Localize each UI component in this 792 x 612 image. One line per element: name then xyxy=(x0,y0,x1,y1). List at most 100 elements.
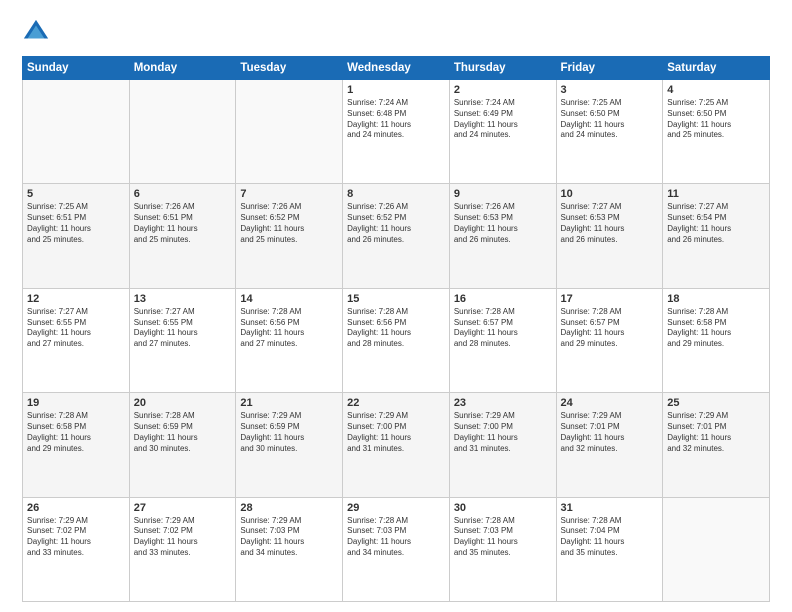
day-info: Sunrise: 7:28 AM Sunset: 6:58 PM Dayligh… xyxy=(27,411,125,454)
calendar-cell: 14 Sunrise: 7:28 AM Sunset: 6:56 PM Dayli… xyxy=(236,288,343,392)
calendar-cell: 24 Sunrise: 7:29 AM Sunset: 7:01 PM Dayli… xyxy=(556,393,663,497)
calendar-cell: 12 Sunrise: 7:27 AM Sunset: 6:55 PM Dayli… xyxy=(23,288,130,392)
calendar-cell: 18Sunrise: 7:28 AM Sunset: 6:58 PM Dayli… xyxy=(663,288,770,392)
day-number: 29 xyxy=(347,502,445,514)
day-header-friday: Friday xyxy=(556,57,663,80)
day-info: Sunrise: 7:25 AM Sunset: 6:50 PM Dayligh… xyxy=(667,98,765,141)
day-info: Sunrise: 7:26 AM Sunset: 6:52 PM Dayligh… xyxy=(240,202,338,245)
day-number: 10 xyxy=(561,188,659,200)
day-number: 8 xyxy=(347,188,445,200)
calendar-cell: 21 Sunrise: 7:29 AM Sunset: 6:59 PM Dayli… xyxy=(236,393,343,497)
day-number: 28 xyxy=(240,502,338,514)
calendar-week-4: 19 Sunrise: 7:28 AM Sunset: 6:58 PM Dayli… xyxy=(23,393,770,497)
day-header-thursday: Thursday xyxy=(449,57,556,80)
calendar-cell: 25 Sunrise: 7:29 AM Sunset: 7:01 PM Dayli… xyxy=(663,393,770,497)
day-info: Sunrise: 7:25 AM Sunset: 6:50 PM Dayligh… xyxy=(561,98,659,141)
day-number: 2 xyxy=(454,84,552,96)
day-number: 30 xyxy=(454,502,552,514)
day-header-sunday: Sunday xyxy=(23,57,130,80)
calendar-table: SundayMondayTuesdayWednesdayThursdayFrid… xyxy=(22,56,770,602)
day-number: 22 xyxy=(347,397,445,409)
day-number: 19 xyxy=(27,397,125,409)
day-header-tuesday: Tuesday xyxy=(236,57,343,80)
day-info: Sunrise: 7:29 AM Sunset: 7:02 PM Dayligh… xyxy=(27,516,125,559)
calendar-cell: 29Sunrise: 7:28 AM Sunset: 7:03 PM Dayli… xyxy=(343,497,450,601)
calendar-cell: 15 Sunrise: 7:28 AM Sunset: 6:56 PM Dayli… xyxy=(343,288,450,392)
day-number: 13 xyxy=(134,293,232,305)
calendar-cell: 26 Sunrise: 7:29 AM Sunset: 7:02 PM Dayli… xyxy=(23,497,130,601)
day-info: Sunrise: 7:26 AM Sunset: 6:52 PM Dayligh… xyxy=(347,202,445,245)
day-number: 12 xyxy=(27,293,125,305)
calendar-cell: 20 Sunrise: 7:28 AM Sunset: 6:59 PM Dayli… xyxy=(129,393,236,497)
day-number: 20 xyxy=(134,397,232,409)
calendar-cell: 5 Sunrise: 7:25 AM Sunset: 6:51 PM Daylig… xyxy=(23,184,130,288)
day-info: Sunrise: 7:27 AM Sunset: 6:54 PM Dayligh… xyxy=(667,202,765,245)
day-number: 3 xyxy=(561,84,659,96)
day-number: 6 xyxy=(134,188,232,200)
day-number: 17 xyxy=(561,293,659,305)
calendar-cell: 28 Sunrise: 7:29 AM Sunset: 7:03 PM Dayli… xyxy=(236,497,343,601)
day-info: Sunrise: 7:29 AM Sunset: 7:01 PM Dayligh… xyxy=(561,411,659,454)
calendar-week-5: 26 Sunrise: 7:29 AM Sunset: 7:02 PM Dayli… xyxy=(23,497,770,601)
day-number: 24 xyxy=(561,397,659,409)
day-number: 1 xyxy=(347,84,445,96)
day-number: 23 xyxy=(454,397,552,409)
calendar-cell: 7 Sunrise: 7:26 AM Sunset: 6:52 PM Daylig… xyxy=(236,184,343,288)
calendar-cell: 31 Sunrise: 7:28 AM Sunset: 7:04 PM Dayli… xyxy=(556,497,663,601)
day-number: 16 xyxy=(454,293,552,305)
calendar-cell: 17 Sunrise: 7:28 AM Sunset: 6:57 PM Dayli… xyxy=(556,288,663,392)
day-header-saturday: Saturday xyxy=(663,57,770,80)
calendar-cell xyxy=(129,80,236,184)
day-number: 31 xyxy=(561,502,659,514)
day-info: Sunrise: 7:28 AM Sunset: 6:57 PM Dayligh… xyxy=(454,307,552,350)
day-number: 25 xyxy=(667,397,765,409)
day-number: 26 xyxy=(27,502,125,514)
calendar-cell: 13Sunrise: 7:27 AM Sunset: 6:55 PM Dayli… xyxy=(129,288,236,392)
calendar-week-3: 12 Sunrise: 7:27 AM Sunset: 6:55 PM Dayli… xyxy=(23,288,770,392)
calendar-cell: 2 Sunrise: 7:24 AM Sunset: 6:49 PM Daylig… xyxy=(449,80,556,184)
day-number: 14 xyxy=(240,293,338,305)
day-info: Sunrise: 7:29 AM Sunset: 7:03 PM Dayligh… xyxy=(240,516,338,559)
day-info: Sunrise: 7:28 AM Sunset: 7:03 PM Dayligh… xyxy=(454,516,552,559)
day-info: Sunrise: 7:27 AM Sunset: 6:55 PM Dayligh… xyxy=(27,307,125,350)
day-number: 15 xyxy=(347,293,445,305)
day-number: 18 xyxy=(667,293,765,305)
day-info: Sunrise: 7:28 AM Sunset: 6:59 PM Dayligh… xyxy=(134,411,232,454)
day-number: 27 xyxy=(134,502,232,514)
calendar-cell xyxy=(23,80,130,184)
calendar-week-1: 1Sunrise: 7:24 AM Sunset: 6:48 PM Daylig… xyxy=(23,80,770,184)
day-info: Sunrise: 7:28 AM Sunset: 7:04 PM Dayligh… xyxy=(561,516,659,559)
day-number: 11 xyxy=(667,188,765,200)
day-info: Sunrise: 7:27 AM Sunset: 6:53 PM Dayligh… xyxy=(561,202,659,245)
day-info: Sunrise: 7:29 AM Sunset: 7:00 PM Dayligh… xyxy=(454,411,552,454)
day-info: Sunrise: 7:26 AM Sunset: 6:53 PM Dayligh… xyxy=(454,202,552,245)
day-info: Sunrise: 7:24 AM Sunset: 6:49 PM Dayligh… xyxy=(454,98,552,141)
calendar-cell: 6Sunrise: 7:26 AM Sunset: 6:51 PM Daylig… xyxy=(129,184,236,288)
calendar-cell: 22 Sunrise: 7:29 AM Sunset: 7:00 PM Dayli… xyxy=(343,393,450,497)
logo-icon xyxy=(22,18,50,46)
day-info: Sunrise: 7:29 AM Sunset: 6:59 PM Dayligh… xyxy=(240,411,338,454)
day-info: Sunrise: 7:25 AM Sunset: 6:51 PM Dayligh… xyxy=(27,202,125,245)
day-info: Sunrise: 7:28 AM Sunset: 6:56 PM Dayligh… xyxy=(347,307,445,350)
day-info: Sunrise: 7:28 AM Sunset: 6:57 PM Dayligh… xyxy=(561,307,659,350)
calendar-cell: 30 Sunrise: 7:28 AM Sunset: 7:03 PM Dayli… xyxy=(449,497,556,601)
day-number: 7 xyxy=(240,188,338,200)
day-number: 21 xyxy=(240,397,338,409)
calendar-cell xyxy=(663,497,770,601)
calendar-week-2: 5 Sunrise: 7:25 AM Sunset: 6:51 PM Daylig… xyxy=(23,184,770,288)
calendar-cell: 9Sunrise: 7:26 AM Sunset: 6:53 PM Daylig… xyxy=(449,184,556,288)
day-info: Sunrise: 7:29 AM Sunset: 7:01 PM Dayligh… xyxy=(667,411,765,454)
logo xyxy=(22,18,54,46)
day-info: Sunrise: 7:28 AM Sunset: 6:56 PM Dayligh… xyxy=(240,307,338,350)
day-header-wednesday: Wednesday xyxy=(343,57,450,80)
day-header-monday: Monday xyxy=(129,57,236,80)
calendar-cell: 1Sunrise: 7:24 AM Sunset: 6:48 PM Daylig… xyxy=(343,80,450,184)
day-info: Sunrise: 7:29 AM Sunset: 7:00 PM Dayligh… xyxy=(347,411,445,454)
calendar-cell xyxy=(236,80,343,184)
calendar-cell: 19 Sunrise: 7:28 AM Sunset: 6:58 PM Dayli… xyxy=(23,393,130,497)
page: SundayMondayTuesdayWednesdayThursdayFrid… xyxy=(0,0,792,612)
day-number: 4 xyxy=(667,84,765,96)
calendar-cell: 8 Sunrise: 7:26 AM Sunset: 6:52 PM Daylig… xyxy=(343,184,450,288)
day-number: 5 xyxy=(27,188,125,200)
calendar-cell: 4 Sunrise: 7:25 AM Sunset: 6:50 PM Daylig… xyxy=(663,80,770,184)
